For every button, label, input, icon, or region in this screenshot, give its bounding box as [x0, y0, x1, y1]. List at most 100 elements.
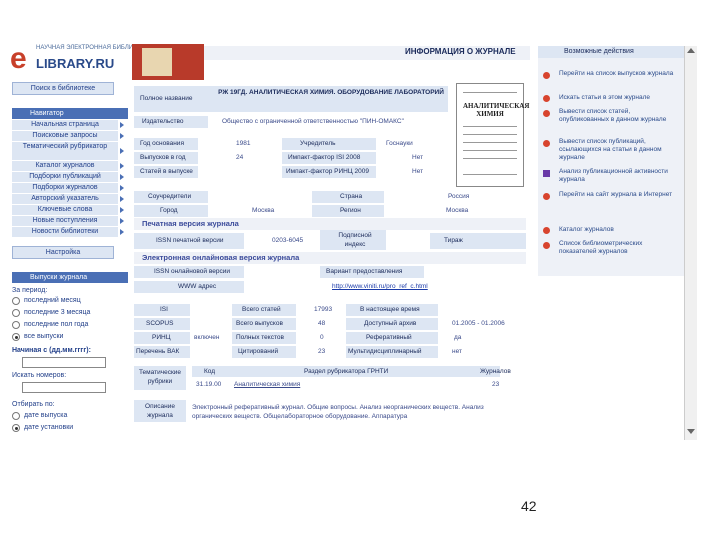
archive-value: 01.2005 - 01.2006 [452, 320, 505, 327]
multi-label: Мультидисциплинарный [348, 348, 422, 355]
scroll-up-icon[interactable] [687, 48, 695, 53]
if-value: Нет [412, 154, 424, 161]
citations-label: Цитирований [238, 348, 279, 355]
rubric-label: Тематические рубрики [138, 369, 182, 385]
search-library-button[interactable]: Поиск в библиотеке [12, 82, 114, 95]
vak-label: Перечень ВАК [136, 348, 180, 355]
action-arrow-icon [543, 193, 550, 200]
action-analysis[interactable]: Анализ публикационной активности журнала [559, 168, 679, 184]
action-arrow-icon [543, 227, 550, 234]
cover-line [463, 174, 517, 175]
browser-screenshot: e НАУЧНАЯ ЭЛЕКТРОННАЯ БИБЛИОТЕКА LIBRARY… [0, 0, 700, 440]
settings-button[interactable]: Настройка [12, 246, 114, 259]
sidebar-item-rubricator[interactable]: Тематический рубрикатор [12, 142, 118, 161]
period-radio-1[interactable] [12, 297, 20, 305]
full-name-label: Полное название [140, 95, 193, 102]
sidebar-arrow-icon [120, 122, 124, 128]
issn-label: ISSN печатной версии [156, 237, 224, 244]
sidebar-item-pub-selections[interactable]: Подборки публикаций [12, 172, 118, 183]
logo-letter: e [10, 42, 27, 75]
sidebar-arrow-icon [120, 207, 124, 213]
sort-option: дате установки [24, 424, 74, 431]
banner-books-image [132, 44, 204, 80]
refereed-value: да [454, 334, 462, 341]
vertical-scrollbar[interactable] [684, 46, 697, 440]
rubric-count: 23 [492, 381, 500, 388]
access-label: Вариант предоставления [326, 268, 403, 275]
issues-value: 24 [236, 154, 244, 161]
total-articles-label: Всего статей [242, 306, 281, 313]
articles-label: Статей в выпуске [140, 168, 193, 175]
cover-line [463, 158, 517, 159]
city-label: Город [160, 207, 178, 214]
sidebar-arrow-icon [120, 218, 124, 224]
issues-header: Выпуски журнала [12, 272, 128, 283]
total-articles-value: 17993 [314, 306, 333, 313]
action-bibliometrics[interactable]: Список библиометрических показателей жур… [559, 240, 679, 256]
sidebar-item-news[interactable]: Новости библиотеки [12, 227, 118, 238]
scopus-label: SCOPUS [146, 320, 174, 327]
current-label: В настоящее время [360, 306, 420, 313]
period-radio-4[interactable] [12, 333, 20, 341]
journal-cover-image: АНАЛИТИЧЕСКАЯ ХИМИЯ [456, 83, 530, 187]
issue-count-input[interactable] [22, 382, 106, 393]
period-radio-3[interactable] [12, 321, 20, 329]
sidebar-item-home[interactable]: Начальная страница [12, 120, 118, 131]
founder-label: Учредитель [300, 140, 336, 147]
multi-value: нет [452, 348, 462, 355]
sidebar-item-catalog[interactable]: Каталог журналов [12, 161, 118, 172]
citations-value: 23 [318, 348, 326, 355]
action-issues-list[interactable]: Перейти на список выпусков журнала [559, 70, 679, 78]
online-version-section: Электронная онлайновая версия журнала [134, 252, 526, 264]
rubric-code-head: Код [204, 368, 216, 375]
if-label: Импакт-фактор ISI 2008 [288, 154, 361, 161]
rubric-name-link[interactable]: Аналитическая химия [234, 380, 300, 390]
action-website[interactable]: Перейти на сайт журнала в Интернет [559, 191, 679, 199]
sort-radio-2[interactable] [12, 424, 20, 432]
www-link[interactable]: http://www.viniti.ru/pro_ref_c.html [332, 282, 428, 292]
action-arrow-icon [543, 110, 550, 117]
publisher-label: Издательство [142, 118, 184, 125]
fulltext-value: 0 [320, 334, 324, 341]
cover-line [463, 126, 517, 127]
action-arrow-icon [543, 72, 550, 79]
sidebar-item-authors[interactable]: Авторский указатель [12, 194, 118, 205]
country-value: Россия [448, 193, 470, 200]
period-label: За период: [12, 287, 48, 294]
cover-title: АНАЛИТИЧЕСКАЯ ХИМИЯ [463, 102, 530, 118]
sidebar-item-queries[interactable]: Поисковые запросы [12, 131, 118, 142]
period-option: последние 3 месяца [24, 309, 91, 316]
sort-label: Отбирать по: [12, 401, 55, 408]
sort-radio-1[interactable] [12, 412, 20, 420]
tirazh-label: Тираж [444, 237, 463, 244]
sidebar-item-journal-selections[interactable]: Подборки журналов [12, 183, 118, 194]
action-citing[interactable]: Вывести список публикаций, ссылающихся н… [559, 138, 679, 162]
period-option: последний месяц [24, 297, 81, 304]
action-catalog[interactable]: Каталог журналов [559, 226, 679, 234]
rubric-name-head: Раздел рубрикатора ГРНТИ [304, 368, 389, 375]
action-search-articles[interactable]: Искать статьи в этом журнале [559, 94, 679, 102]
elibrary-logo[interactable]: e НАУЧНАЯ ЭЛЕКТРОННАЯ БИБЛИОТЕКА LIBRARY… [10, 42, 153, 75]
rubric-journals-head: Журналов [480, 368, 511, 375]
founder-value: Госнауки [386, 140, 413, 147]
sidebar-item-new[interactable]: Новые поступления [12, 216, 118, 227]
period-radio-2[interactable] [12, 309, 20, 317]
issn-value: 0203-6045 [272, 237, 304, 244]
chart-icon [543, 170, 550, 177]
desc-value: Электронный реферативный журнал. Общие в… [192, 404, 484, 420]
from-date-label: Начиная с (дд.мм.гггг): [12, 347, 91, 354]
total-issues-value: 48 [318, 320, 326, 327]
founders-label: Соучредители [148, 193, 192, 200]
rubric-code: 31.19.00 [196, 381, 222, 388]
sidebar-arrow-icon [120, 133, 124, 139]
publisher-value[interactable]: Общество с ограниченной ответственностью… [222, 117, 404, 127]
sidebar-arrow-icon [120, 185, 124, 191]
total-issues-label: Всего выпусков [236, 320, 283, 327]
scroll-down-icon[interactable] [687, 429, 695, 434]
action-list-articles[interactable]: Вывести список статей, опубликованных в … [559, 108, 679, 124]
sidebar-item-keywords[interactable]: Ключевые слова [12, 205, 118, 216]
from-date-input[interactable] [22, 357, 106, 368]
archive-label: Доступный архив [364, 320, 417, 327]
year-value: 1981 [236, 140, 251, 147]
action-arrow-icon [543, 140, 550, 147]
